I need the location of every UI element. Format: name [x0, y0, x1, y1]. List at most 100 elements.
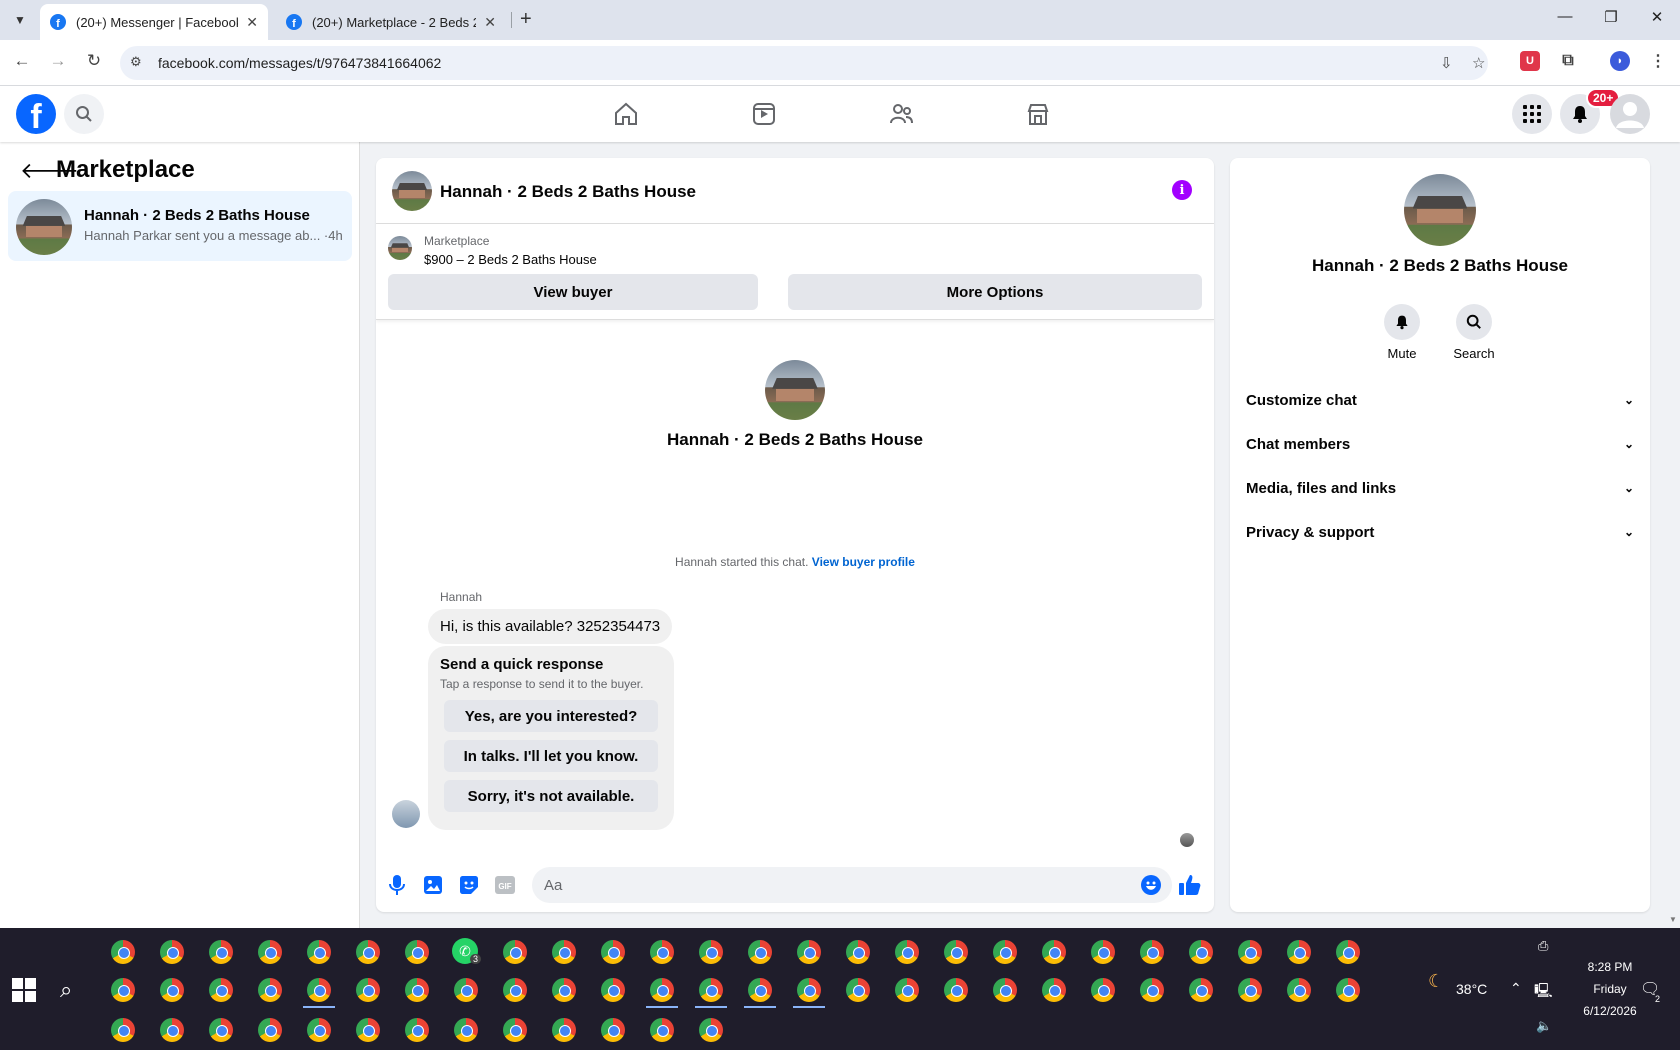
chrome-profile-icon[interactable] [258, 978, 282, 1002]
home-icon[interactable] [612, 100, 640, 128]
media-files-links-section[interactable]: Media, files and links ⌄ [1246, 468, 1634, 508]
chrome-profile-icon[interactable] [356, 978, 380, 1002]
chrome-profile-icon[interactable] [552, 978, 576, 1002]
close-tab-icon[interactable]: ✕ [484, 14, 496, 31]
url-text[interactable]: facebook.com/messages/t/976473841664062 [158, 55, 441, 71]
ublock-extension-icon[interactable]: U [1520, 51, 1540, 71]
message-input[interactable] [532, 867, 1172, 903]
chrome-profile-icon[interactable] [650, 978, 674, 1002]
chrome-profile-icon[interactable] [1042, 940, 1066, 964]
scroll-down-icon[interactable]: ▼ [1669, 915, 1677, 924]
temperature-text[interactable]: 38°C [1456, 981, 1487, 997]
page-scrollbar[interactable]: ▲ ▼ [1666, 86, 1680, 928]
quick-response-yes-button[interactable]: Yes, are you interested? [444, 700, 658, 732]
search-icon[interactable] [64, 94, 104, 134]
chrome-profile-icon[interactable] [552, 1018, 576, 1042]
extensions-puzzle-icon[interactable]: ⧉ [1558, 51, 1578, 71]
tray-chevron-icon[interactable]: ⌃ [1510, 980, 1522, 997]
chrome-profile-icon[interactable] [1238, 940, 1262, 964]
chrome-profile-icon[interactable] [503, 940, 527, 964]
chrome-profile-icon[interactable] [1287, 940, 1311, 964]
profile-icon[interactable]: ◗ [1610, 51, 1630, 71]
chrome-profile-icon[interactable] [650, 940, 674, 964]
volume-icon[interactable]: 🔈 [1536, 1018, 1552, 1034]
chrome-profile-icon[interactable] [699, 1018, 723, 1042]
listing-price-title[interactable]: $900 – 2 Beds 2 Baths House [424, 252, 597, 267]
chrome-profile-icon[interactable] [160, 940, 184, 964]
address-bar[interactable]: ⚙ facebook.com/messages/t/97647384166406… [120, 46, 1488, 80]
message-bubble[interactable]: Hi, is this available? 3252354473 [428, 609, 673, 644]
listing-thumbnail[interactable] [388, 236, 412, 260]
chrome-profile-icon[interactable] [552, 940, 576, 964]
chrome-profile-icon[interactable] [1189, 940, 1213, 964]
chrome-profile-icon[interactable] [797, 940, 821, 964]
chrome-profile-icon[interactable] [258, 1018, 282, 1042]
chrome-profile-icon[interactable] [1140, 978, 1164, 1002]
sender-avatar[interactable] [392, 800, 420, 828]
view-buyer-button[interactable]: View buyer [388, 274, 758, 310]
new-tab-plus-icon[interactable]: + [520, 8, 532, 31]
site-info-icon[interactable]: ⚙ [130, 54, 142, 70]
chrome-profile-icon[interactable] [944, 978, 968, 1002]
chrome-profile-icon[interactable] [111, 1018, 135, 1042]
apps-menu-icon[interactable] [1512, 94, 1552, 134]
sticker-icon[interactable] [458, 874, 480, 896]
search-conversation-button[interactable]: Search [1442, 304, 1506, 361]
chrome-profile-icon[interactable] [1287, 978, 1311, 1002]
clock-time[interactable]: 8:28 PM [1568, 960, 1652, 974]
view-buyer-profile-link[interactable]: View buyer profile [812, 555, 915, 569]
network-icon[interactable]: 🖳 [1534, 980, 1553, 1004]
restore-icon[interactable]: ❐ [1588, 8, 1634, 26]
chrome-profile-icon[interactable] [258, 940, 282, 964]
friends-icon[interactable] [887, 100, 915, 128]
chrome-profile-icon[interactable] [160, 1018, 184, 1042]
chrome-profile-icon[interactable] [209, 978, 233, 1002]
customize-chat-section[interactable]: Customize chat ⌄ [1246, 380, 1634, 420]
install-app-icon[interactable]: ⇩ [1440, 54, 1453, 72]
close-tab-icon[interactable]: ✕ [246, 14, 258, 31]
minimize-icon[interactable]: — [1542, 8, 1588, 25]
chrome-profile-icon[interactable] [405, 940, 429, 964]
chrome-profile-icon[interactable] [111, 940, 135, 964]
microphone-icon[interactable] [386, 874, 408, 896]
chrome-profile-icon[interactable] [356, 940, 380, 964]
chrome-profile-icon[interactable] [111, 978, 135, 1002]
chat-members-section[interactable]: Chat members ⌄ [1246, 424, 1634, 464]
chrome-profile-icon[interactable] [993, 940, 1017, 964]
chrome-profile-icon[interactable] [1140, 940, 1164, 964]
chrome-profile-icon[interactable] [1189, 978, 1213, 1002]
chrome-profile-icon[interactable] [895, 978, 919, 1002]
forward-arrow-icon[interactable]: → [46, 51, 70, 71]
browser-menu-icon[interactable]: ⋮ [1648, 51, 1668, 71]
tab-marketplace[interactable]: f (20+) Marketplace - 2 Beds 2 B ✕ [276, 4, 506, 40]
tab-search-icon[interactable]: ▼ [8, 8, 32, 32]
chrome-profile-icon[interactable] [748, 940, 772, 964]
chrome-profile-icon[interactable] [503, 1018, 527, 1042]
chrome-profile-icon[interactable] [846, 940, 870, 964]
chrome-profile-icon[interactable] [699, 940, 723, 964]
thumbs-up-icon[interactable] [1179, 874, 1201, 896]
back-arrow-icon[interactable]: ← [10, 51, 34, 71]
chrome-profile-icon[interactable] [307, 1018, 331, 1042]
chrome-profile-icon[interactable] [797, 978, 821, 1002]
windows-start-icon[interactable] [12, 978, 36, 1002]
privacy-support-section[interactable]: Privacy & support ⌄ [1246, 512, 1634, 552]
chrome-profile-icon[interactable] [1238, 978, 1262, 1002]
chrome-profile-icon[interactable] [209, 940, 233, 964]
bookmark-star-icon[interactable]: ☆ [1472, 54, 1485, 72]
chrome-profile-icon[interactable] [601, 1018, 625, 1042]
chrome-profile-icon[interactable] [993, 978, 1017, 1002]
close-window-icon[interactable]: ✕ [1634, 8, 1680, 26]
photo-icon[interactable] [422, 874, 444, 896]
chrome-profile-icon[interactable] [650, 1018, 674, 1042]
chrome-profile-icon[interactable] [307, 940, 331, 964]
gif-icon[interactable]: GIF [494, 874, 516, 896]
chrome-profile-icon[interactable] [454, 1018, 478, 1042]
quick-response-in-talks-button[interactable]: In talks. I'll let you know. [444, 740, 658, 772]
video-icon[interactable] [750, 100, 778, 128]
chrome-profile-icon[interactable] [1091, 940, 1115, 964]
weather-icon[interactable]: ☾ [1428, 971, 1444, 992]
chrome-profile-icon[interactable] [944, 940, 968, 964]
quick-response-not-available-button[interactable]: Sorry, it's not available. [444, 780, 658, 812]
emoji-icon[interactable] [1140, 874, 1162, 896]
